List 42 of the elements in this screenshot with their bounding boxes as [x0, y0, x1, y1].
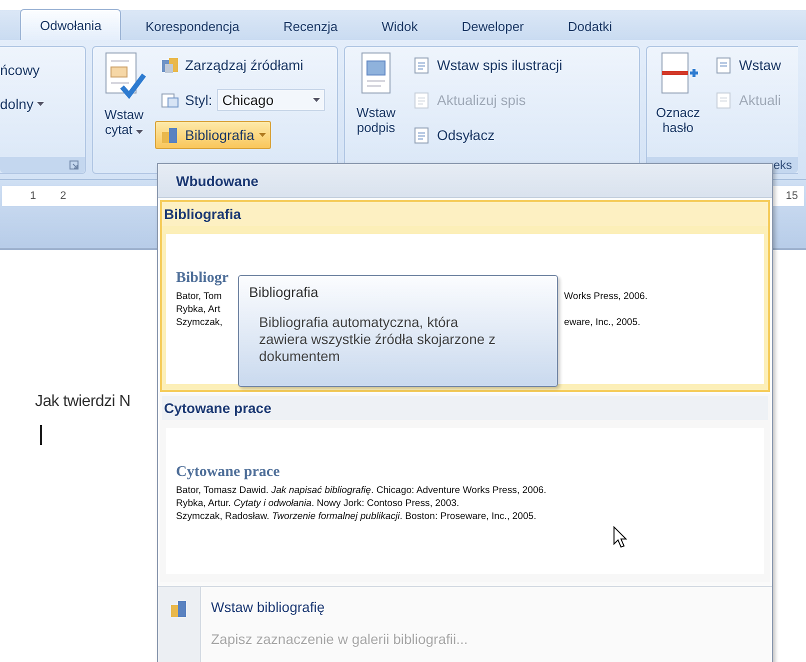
preview-line: Szymczak, Radosław. Tworzenie formalnej publikacji. Boston: Proseware, Inc., 2005.: [176, 510, 538, 523]
caret-icon: [313, 98, 320, 102]
tooltip-text: Bibliografia automatyczna, która zawiera wszystkie źródła skojarzone z dokumentem: [258, 314, 497, 365]
caret-icon: [37, 102, 44, 106]
ribbon-tab[interactable]: Deweloper: [442, 12, 544, 40]
ribbon-tab[interactable]: Widok: [362, 12, 438, 40]
preview-line: eware, Inc., 2005.: [564, 316, 642, 329]
ribbon-button[interactable]: Wstaw spis ilustracji: [407, 51, 568, 79]
tooltip-title: Bibliografia: [249, 284, 320, 300]
insert-citation-button[interactable]: Wstaw cytat: [99, 51, 149, 173]
ribbon-button[interactable]: Odsyłacz: [407, 121, 568, 149]
ribbon-button[interactable]: ńcowy: [0, 53, 44, 87]
preview-heading: Cytowane prace: [176, 464, 281, 481]
ribbon-button[interactable]: Wstaw: [709, 51, 786, 79]
ribbon-tab[interactable]: Odwołania: [20, 9, 122, 40]
ribbon-tab[interactable]: Dodatki: [548, 12, 632, 40]
gallery-item-title: Bibliografia: [164, 206, 242, 222]
style-label: Styl:: [185, 92, 212, 108]
caret-icon: [136, 130, 144, 134]
preview-line: Bator, Tom: [176, 290, 223, 303]
dialog-launcher-icon: [69, 160, 79, 170]
document-text: Jak twierdzi N: [35, 393, 130, 411]
gallery-item-title: Cytowane prace: [164, 400, 272, 416]
gallery-header: Wbudowane: [158, 164, 772, 198]
caret-icon: [259, 133, 266, 137]
preview-line: Bator, Tomasz Dawid. Jak napisać bibliografię. Chicago: Adventure Works Press, 2006.: [176, 484, 548, 497]
ribbon-tab[interactable]: Recenzja: [263, 12, 358, 40]
preview-line: Rybka, Artur. Cytaty i odwołania. Nowy Jork: Contoso Press, 2003.: [176, 497, 460, 510]
ribbon-button[interactable]: dolny: [0, 87, 44, 121]
text-cursor: [40, 425, 42, 445]
ribbon-tab[interactable]: Korespondencja: [125, 12, 260, 40]
manage-sources-button[interactable]: Zarządzaj źródłami: [155, 51, 326, 79]
preview-line: Rybka, Art: [176, 303, 222, 316]
preview-heading: Bibliogr: [176, 270, 230, 287]
group-label: eks: [773, 158, 792, 172]
bibliography-button[interactable]: Bibliografia: [155, 121, 272, 149]
preview-line: Works Press, 2006.: [564, 290, 649, 303]
style-icon: [160, 91, 180, 109]
preview-line: Szymczak,: [176, 316, 224, 329]
style-dropdown[interactable]: Chicago: [217, 89, 326, 111]
mouse-pointer-icon: [613, 526, 627, 548]
menu-item[interactable]: Wstaw bibliografię: [211, 591, 468, 623]
